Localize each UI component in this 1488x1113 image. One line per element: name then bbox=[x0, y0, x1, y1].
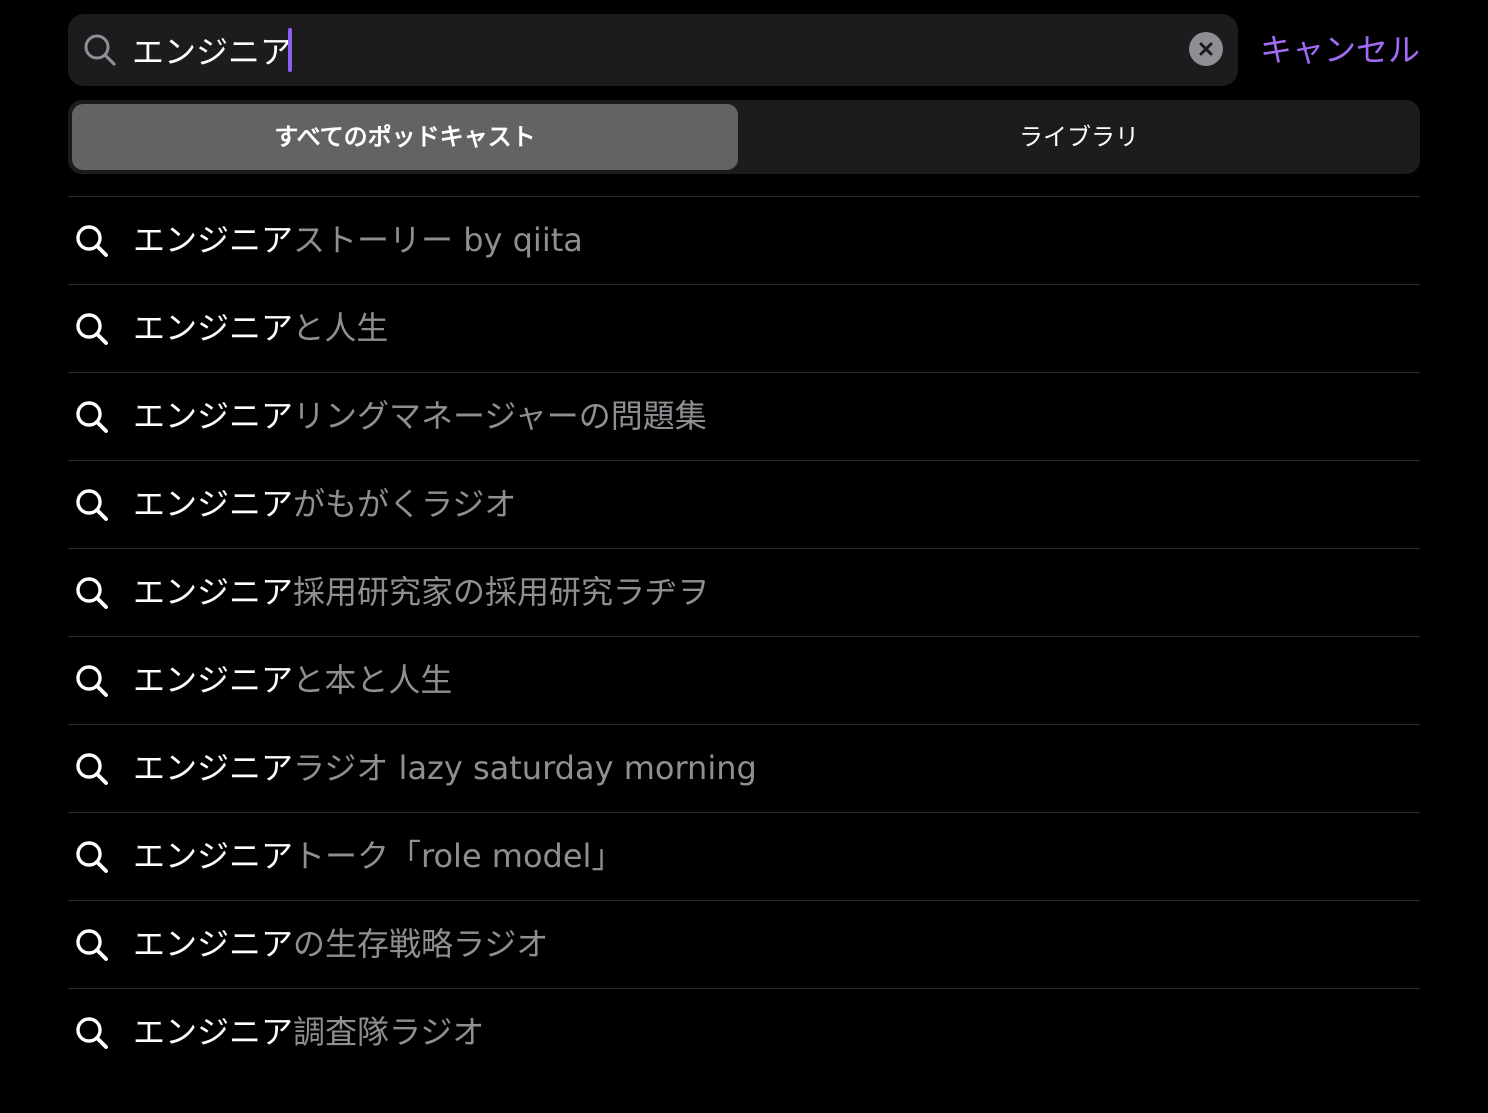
suggestion-row[interactable]: エンジニアラジオ lazy saturday morning bbox=[68, 725, 1420, 813]
search-field[interactable] bbox=[68, 14, 1238, 86]
suggestion-completion-text: トーク「role model」 bbox=[293, 837, 624, 875]
search-icon bbox=[76, 1017, 108, 1049]
suggestion-row[interactable]: エンジニア調査隊ラジオ bbox=[68, 989, 1420, 1076]
suggestion-completion-text: の生存戦略ラジオ bbox=[293, 925, 549, 963]
text-cursor bbox=[288, 28, 292, 72]
suggestion-typed-text: エンジニア bbox=[133, 837, 294, 875]
suggestion-text: エンジニア採用研究家の採用研究ラヂヲ bbox=[133, 549, 709, 636]
suggestion-typed-text: エンジニア bbox=[133, 485, 294, 523]
suggestion-row[interactable]: エンジニアと本と人生 bbox=[68, 637, 1420, 725]
suggestion-typed-text: エンジニア bbox=[133, 925, 294, 963]
suggestion-text: エンジニアトーク「role model」 bbox=[133, 813, 623, 900]
search-icon bbox=[76, 577, 108, 609]
clear-button[interactable] bbox=[1189, 32, 1223, 66]
suggestion-typed-text: エンジニア bbox=[133, 573, 294, 611]
search-icon bbox=[76, 401, 108, 433]
suggestion-typed-text: エンジニア bbox=[133, 397, 294, 435]
suggestion-text: エンジニアの生存戦略ラジオ bbox=[133, 901, 548, 988]
search-icon bbox=[76, 841, 108, 873]
suggestion-text: エンジニアストーリー by qiita bbox=[133, 197, 583, 284]
search-icon bbox=[76, 225, 108, 257]
suggestion-typed-text: エンジニア bbox=[133, 221, 294, 259]
suggestion-completion-text: と人生 bbox=[292, 309, 389, 347]
search-icon bbox=[76, 753, 108, 785]
podcast-search-screen: キャンセル すべてのポッドキャスト ライブラリ エンジニアストーリー by qi… bbox=[0, 0, 1488, 1113]
suggestion-text: エンジニアと人生 bbox=[133, 285, 388, 372]
search-icon bbox=[76, 489, 108, 521]
search-icon bbox=[76, 313, 108, 345]
suggestion-completion-text: 調査隊ラジオ bbox=[293, 1013, 485, 1051]
suggestion-text: エンジニア調査隊ラジオ bbox=[133, 989, 484, 1076]
suggestion-typed-text: エンジニア bbox=[133, 749, 294, 787]
search-icon bbox=[76, 665, 108, 697]
suggestion-typed-text: エンジニア bbox=[133, 661, 293, 699]
suggestion-row[interactable]: エンジニア採用研究家の採用研究ラヂヲ bbox=[68, 549, 1420, 637]
suggestion-list: エンジニアストーリー by qiita エンジニアと人生 エンジニアリングマネー… bbox=[68, 196, 1420, 1076]
suggestion-completion-text: ラジオ lazy saturday morning bbox=[293, 749, 757, 787]
suggestion-typed-text: エンジニア bbox=[133, 309, 293, 347]
suggestion-completion-text: ストーリー by qiita bbox=[293, 221, 583, 259]
suggestion-completion-text: 採用研究家の採用研究ラヂヲ bbox=[293, 573, 710, 611]
suggestion-row[interactable]: エンジニアの生存戦略ラジオ bbox=[68, 901, 1420, 989]
search-bar: キャンセル bbox=[68, 14, 1420, 86]
tab-library[interactable]: ライブラリ bbox=[742, 104, 1416, 170]
cancel-button[interactable]: キャンセル bbox=[1260, 14, 1420, 86]
search-icon bbox=[84, 34, 116, 66]
scope-segmented-control: すべてのポッドキャスト ライブラリ bbox=[68, 100, 1420, 174]
suggestion-row[interactable]: エンジニアがもがくラジオ bbox=[68, 461, 1420, 549]
suggestion-row[interactable]: エンジニアと人生 bbox=[68, 285, 1420, 373]
suggestion-completion-text: がもがくラジオ bbox=[293, 485, 517, 523]
suggestion-row[interactable]: エンジニアリングマネージャーの問題集 bbox=[68, 373, 1420, 461]
search-icon bbox=[76, 929, 108, 961]
tab-all-podcasts[interactable]: すべてのポッドキャスト bbox=[72, 104, 738, 170]
suggestion-typed-text: エンジニア bbox=[133, 1013, 294, 1051]
suggestion-row[interactable]: エンジニアトーク「role model」 bbox=[68, 813, 1420, 901]
suggestion-row[interactable]: エンジニアストーリー by qiita bbox=[68, 197, 1420, 285]
suggestion-text: エンジニアリングマネージャーの問題集 bbox=[133, 373, 707, 460]
suggestion-completion-text: リングマネージャーの問題集 bbox=[293, 397, 707, 435]
clear-icon bbox=[1199, 42, 1213, 56]
suggestion-text: エンジニアラジオ lazy saturday morning bbox=[133, 725, 757, 812]
suggestion-completion-text: と本と人生 bbox=[292, 661, 453, 699]
suggestion-text: エンジニアと本と人生 bbox=[133, 637, 452, 724]
suggestion-text: エンジニアがもがくラジオ bbox=[133, 461, 516, 548]
